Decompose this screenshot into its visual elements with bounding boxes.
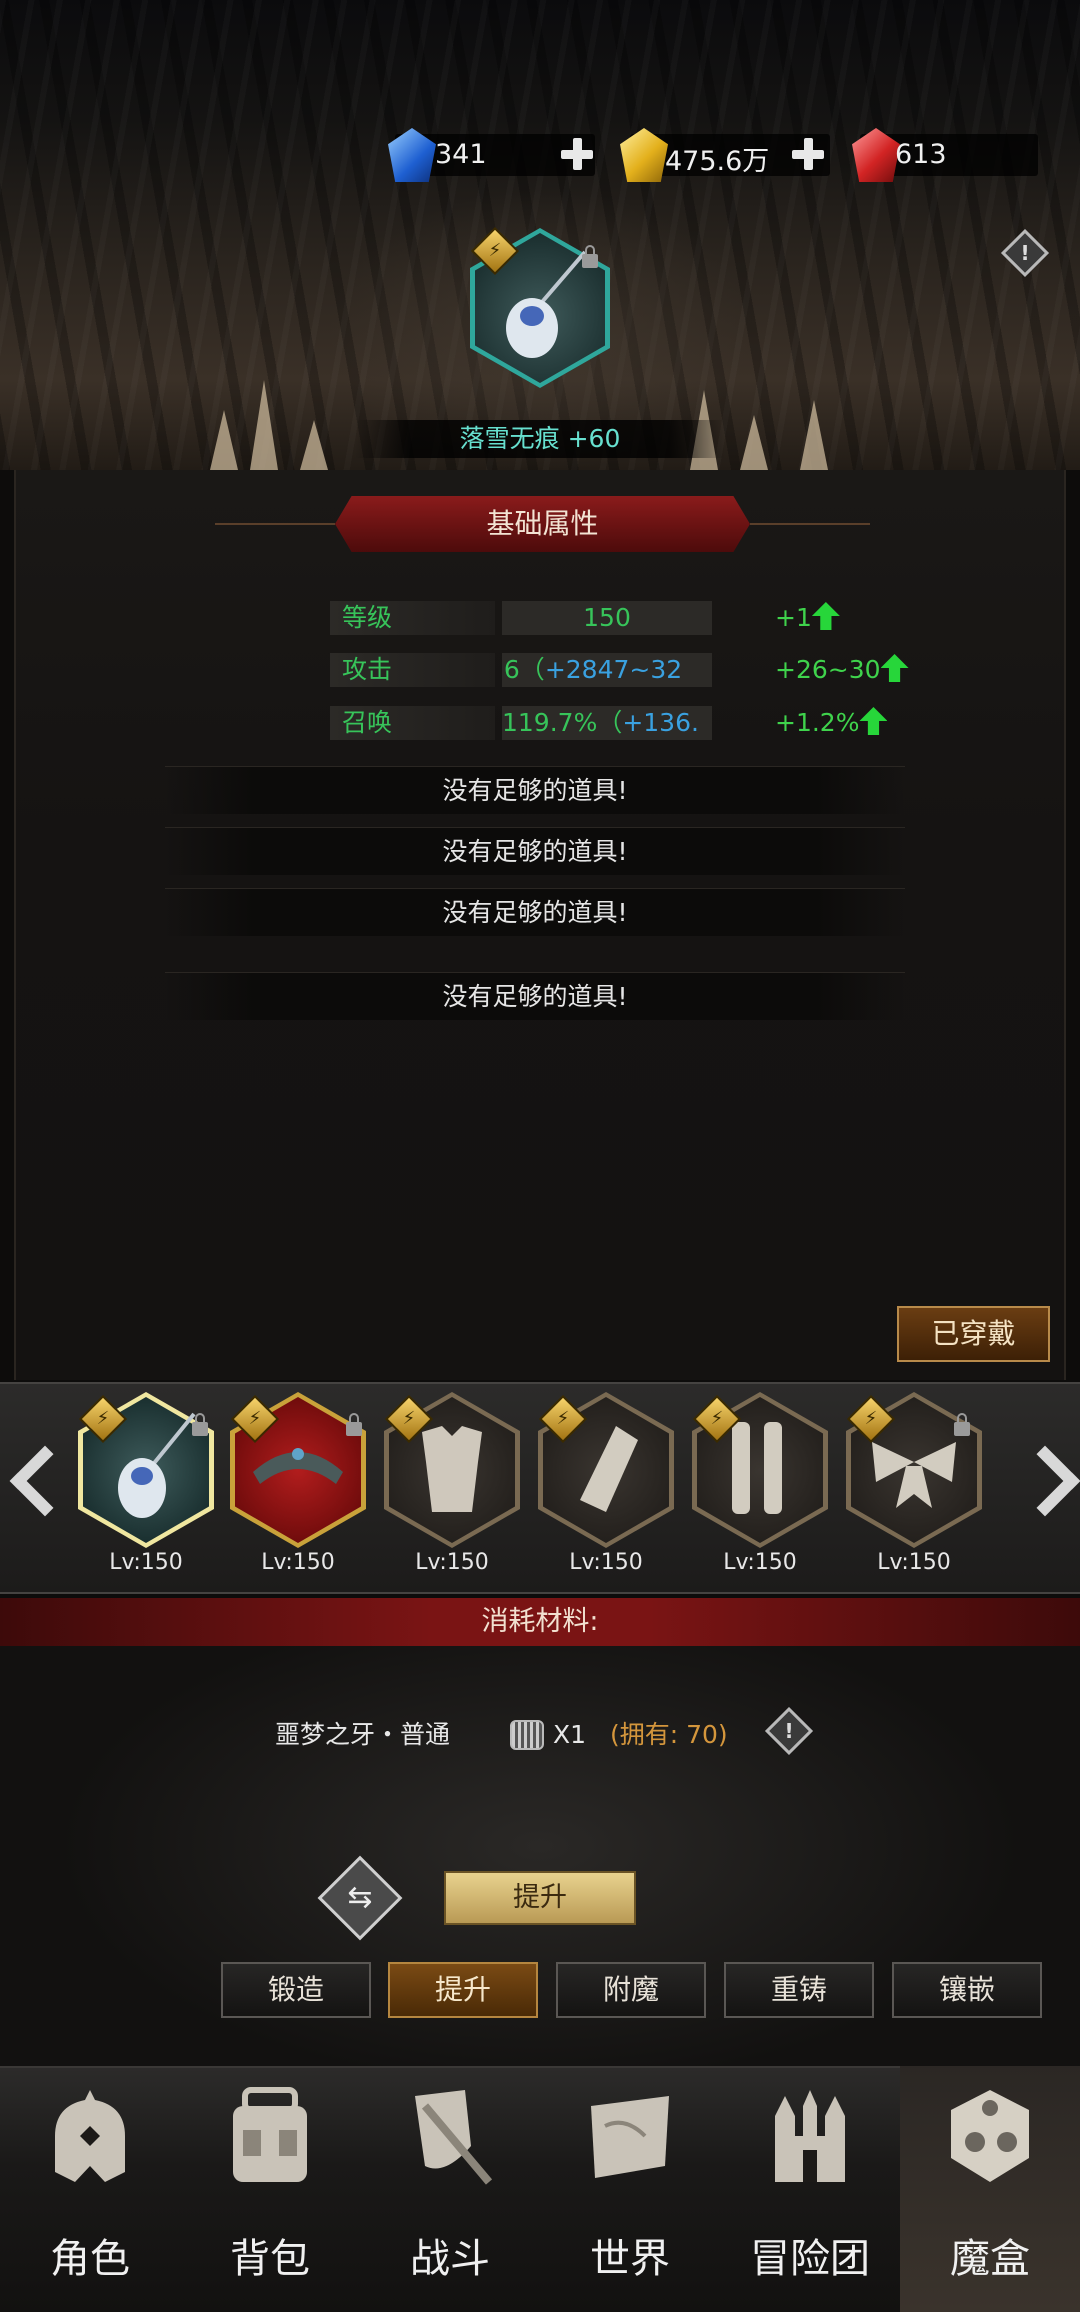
material-owned: (拥有: 70) — [610, 1720, 728, 1749]
equipped-button[interactable]: 已穿戴 — [897, 1306, 1050, 1362]
nav-world[interactable]: 世界 — [540, 2066, 720, 2312]
attr-label: 召唤 — [330, 706, 495, 740]
material-quantity: X1 — [553, 1720, 587, 1749]
bracer-icon — [580, 1426, 638, 1512]
greaves-icon — [732, 1422, 782, 1514]
up-arrow-icon — [859, 707, 888, 735]
attr-value: 16（+2847~32 — [502, 653, 712, 687]
lock-icon[interactable] — [346, 1413, 362, 1436]
slot-level: Lv:150 — [109, 1550, 183, 1575]
chest-armor-icon — [422, 1426, 482, 1512]
up-arrow-icon — [880, 654, 909, 682]
tab-inlay[interactable]: 镶嵌 — [892, 1962, 1042, 2018]
attr-gain: +1 — [775, 601, 975, 635]
attr-gain: +26~30 — [775, 653, 975, 687]
nav-label: 魔盒 — [950, 2236, 1030, 2282]
chevron-right-icon[interactable] — [1024, 1442, 1072, 1512]
add-blue-gem-button[interactable] — [559, 136, 595, 172]
message-row: 没有足够的道具! — [165, 888, 905, 936]
nav-magic-box[interactable]: 魔盒 — [900, 2066, 1080, 2312]
nav-label: 冒险团 — [750, 2236, 870, 2282]
lock-icon[interactable] — [954, 1413, 970, 1436]
slot-level: Lv:150 — [723, 1550, 797, 1575]
crown-icon — [253, 1448, 343, 1484]
attr-label: 等级 — [330, 601, 495, 635]
cube-icon — [951, 2090, 1029, 2182]
attr-value: 150 — [502, 601, 712, 635]
title-divider-right — [750, 523, 870, 525]
nav-battle[interactable]: 战斗 — [360, 2066, 540, 2312]
consume-materials-title: 消耗材料: — [0, 1598, 1080, 1646]
stalagmite — [250, 380, 278, 470]
castle-icon — [775, 2090, 845, 2182]
fang-material-icon — [510, 1720, 544, 1750]
helmet-icon — [55, 2090, 125, 2182]
message-row: 没有足够的道具! — [165, 766, 905, 814]
attr-gain: +1.2% — [775, 706, 975, 740]
nav-adventure-team[interactable]: 冒险团 — [720, 2066, 900, 2312]
bow-ornament-icon — [872, 1442, 956, 1508]
title-divider-left — [215, 523, 335, 525]
lock-icon[interactable] — [582, 245, 598, 268]
slot-level: Lv:150 — [261, 1550, 335, 1575]
material-row: 噩梦之牙・普通 X1 (拥有: 70) — [0, 1710, 1080, 1760]
attr-label: 攻击 — [330, 653, 495, 687]
attr-value: 119.7%（+136. — [502, 706, 712, 740]
upgrade-button[interactable]: 提升 — [444, 1871, 636, 1925]
tab-forge[interactable]: 锻造 — [221, 1962, 371, 2018]
nav-label: 战斗 — [410, 2236, 490, 2282]
nav-bag[interactable]: 背包 — [180, 2066, 360, 2312]
add-gold-button[interactable] — [790, 136, 826, 172]
chevron-left-icon[interactable] — [8, 1442, 56, 1512]
sword-shield-icon — [415, 2090, 493, 2185]
nav-label: 背包 — [230, 2236, 310, 2282]
blue-gem-count: 341 — [435, 139, 487, 170]
swap-arrows-icon: ⇆ — [347, 1880, 373, 1915]
tab-reforge[interactable]: 重铸 — [724, 1962, 874, 2018]
stalagmite — [300, 420, 328, 470]
stalagmite — [740, 415, 768, 470]
backpack-icon — [233, 2087, 307, 2182]
stalagmite — [800, 400, 828, 470]
message-row: 没有足够的道具! — [165, 972, 905, 1020]
slot-level: Lv:150 — [415, 1550, 489, 1575]
lock-icon[interactable] — [192, 1413, 208, 1436]
item-name: 落雪无痕 +60 — [355, 420, 725, 458]
nav-label: 世界 — [590, 2236, 670, 2282]
exclamation-icon: ! — [784, 1719, 794, 1743]
map-scroll-icon — [591, 2096, 669, 2178]
slot-level: Lv:150 — [569, 1550, 643, 1575]
tab-enchant[interactable]: 附魔 — [556, 1962, 706, 2018]
gold-count: 475.6万 — [665, 146, 770, 177]
up-arrow-icon — [811, 602, 840, 630]
slot-level: Lv:150 — [877, 1550, 951, 1575]
nav-label: 角色 — [50, 2236, 130, 2282]
red-gem-count: 613 — [895, 139, 947, 170]
material-name: 噩梦之牙・普通 — [275, 1720, 451, 1749]
message-row: 没有足够的道具! — [165, 827, 905, 875]
stalagmite — [210, 410, 238, 470]
section-title: 基础属性 — [335, 496, 750, 552]
nav-character[interactable]: 角色 — [0, 2066, 180, 2312]
exclamation-icon: ! — [1020, 241, 1030, 265]
tab-upgrade[interactable]: 提升 — [388, 1962, 538, 2018]
